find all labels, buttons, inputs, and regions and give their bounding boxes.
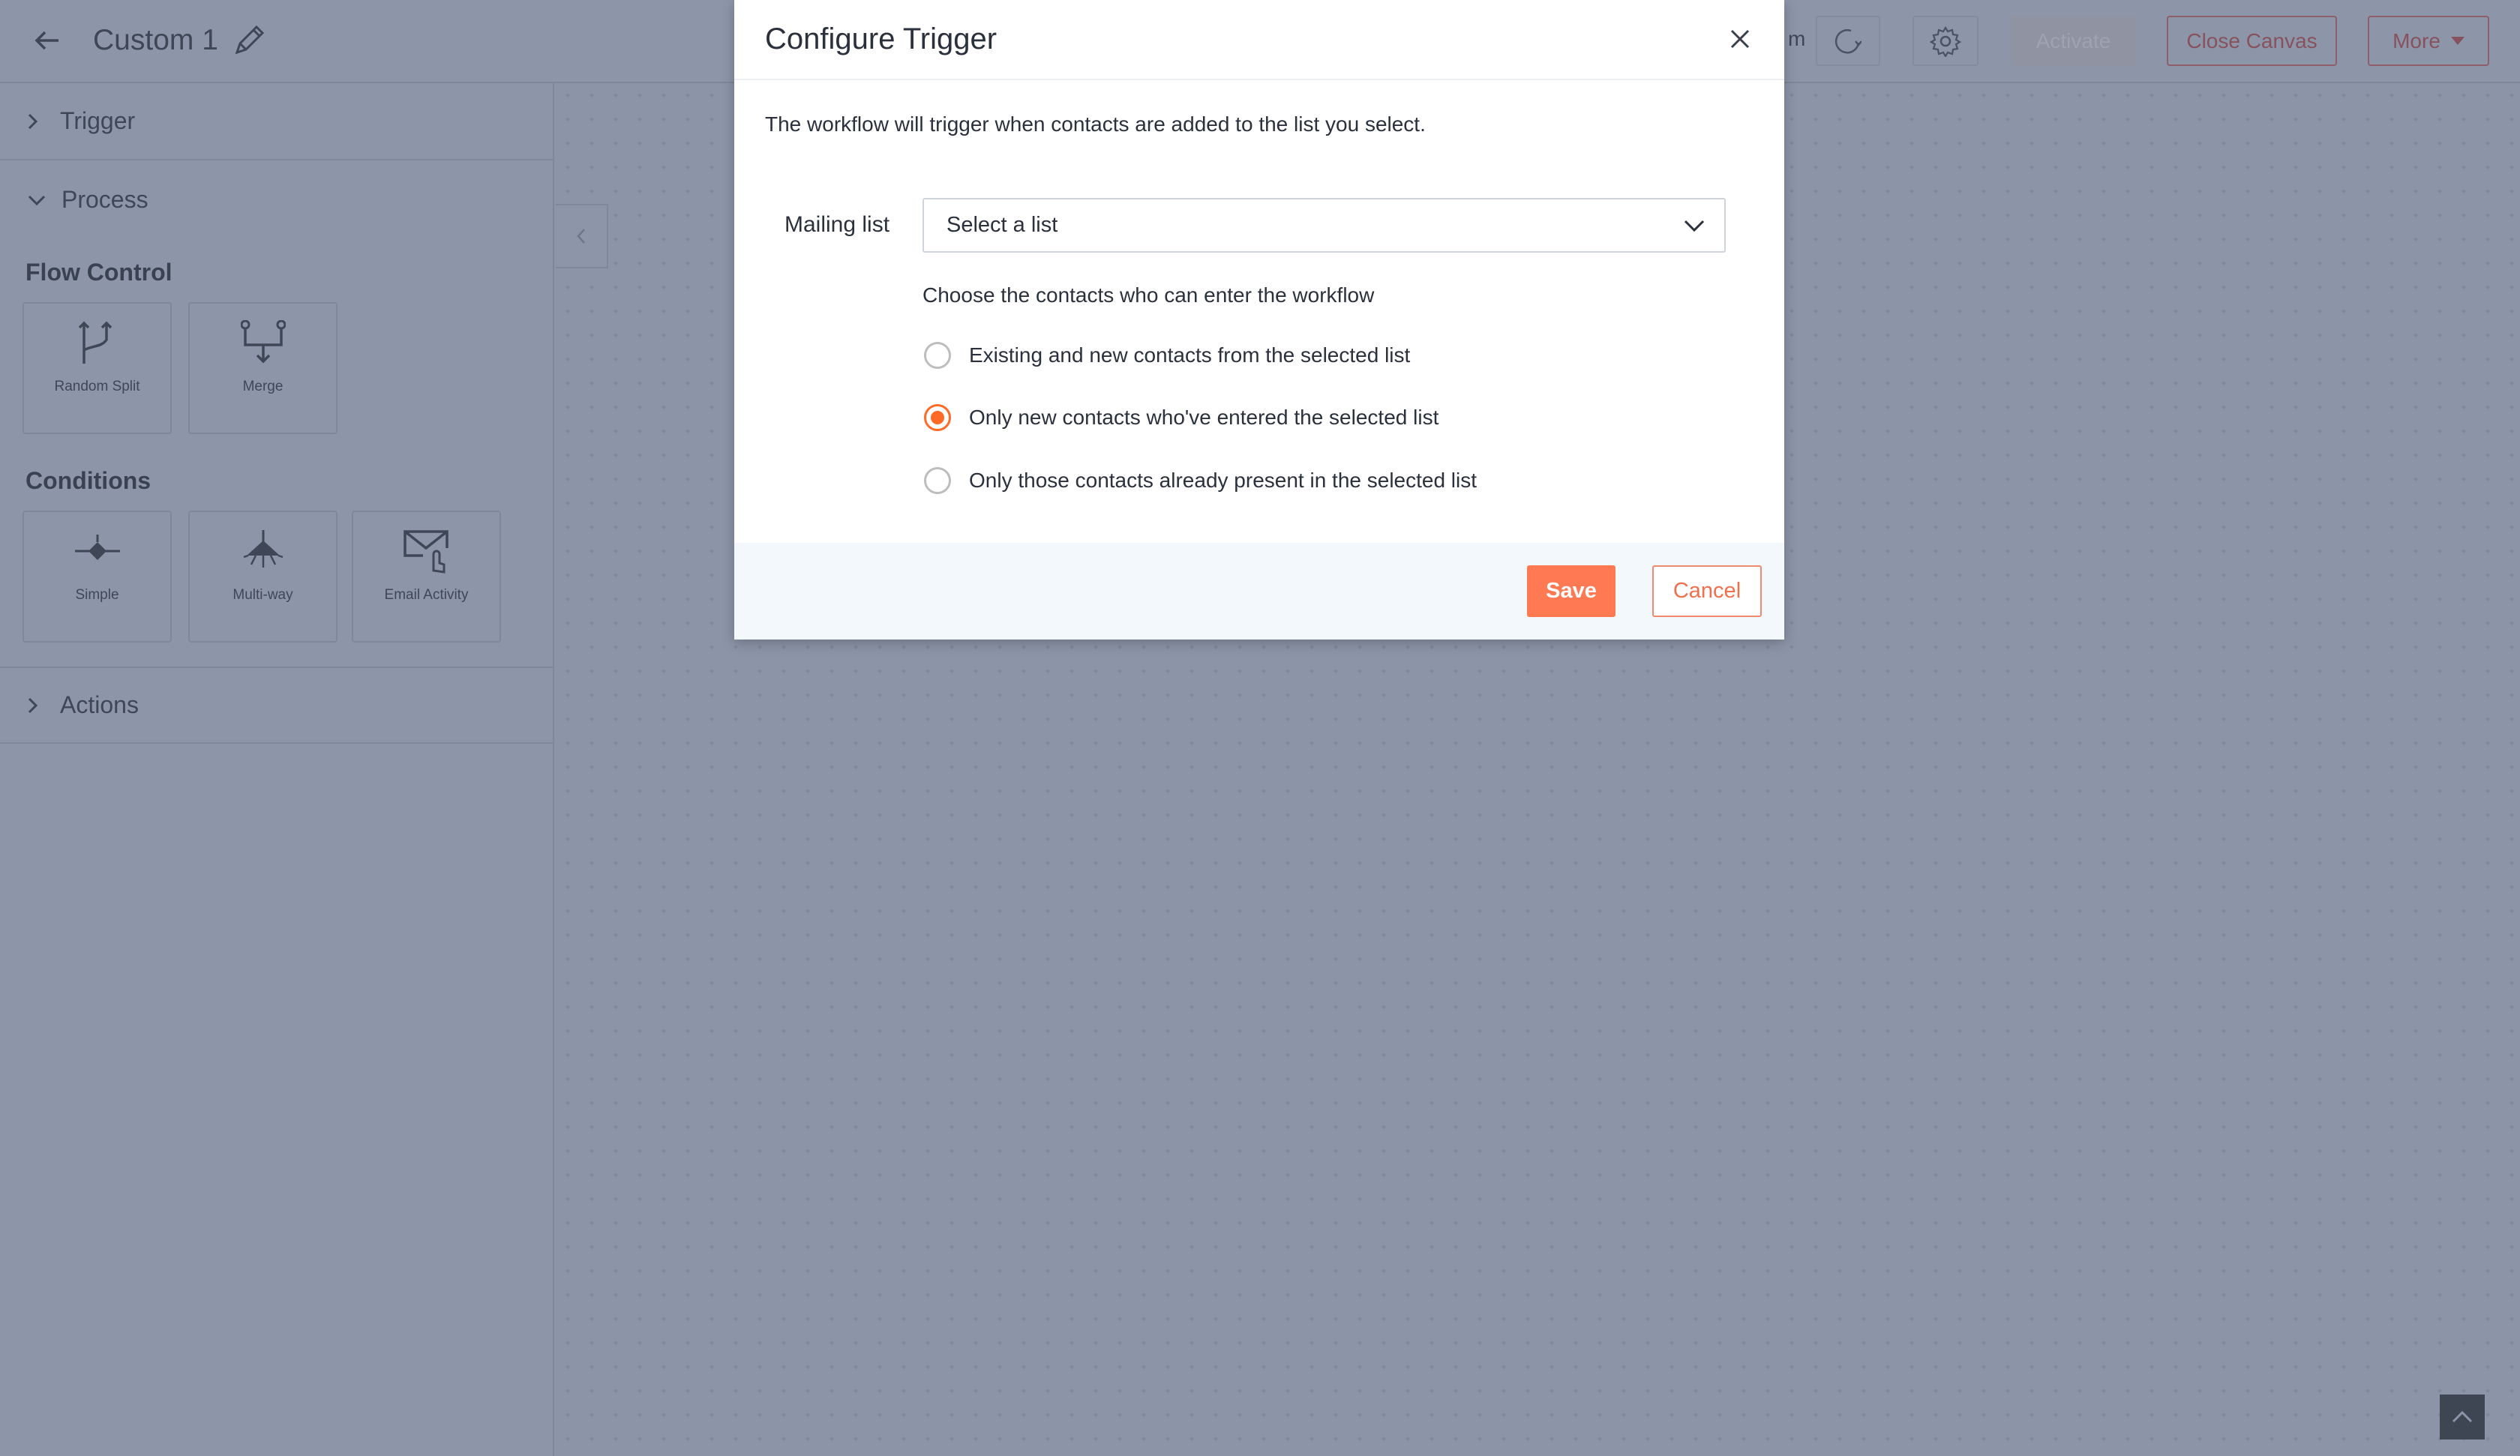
sidebar-section-process[interactable]: Process [0,160,553,239]
refresh-icon [1834,28,1862,53]
collapse-sidebar-button[interactable] [556,204,608,268]
tile-label: Merge [242,379,284,394]
flow-control-heading: Flow Control [26,259,172,286]
actions-label: Actions [60,691,139,718]
tile-label: Simple [75,587,119,603]
chevron-up-icon [2452,1410,2473,1423]
sidebar-section-actions[interactable]: Actions [0,667,553,744]
settings-button[interactable] [1912,16,1978,66]
caret-down-icon [2450,36,2464,45]
mailing-list-value: Select a list [946,213,1058,237]
sidebar: Trigger Process Flow Control Random Spli… [0,83,554,1456]
tile-label: Random Split [54,379,140,394]
radio-circle[interactable] [924,342,951,369]
chevron-right-icon [28,113,38,129]
dialog-footer: Save Cancel [734,543,1784,640]
random-split-icon [78,321,112,364]
sidebar-section-trigger[interactable]: Trigger [0,83,553,160]
chevron-down-icon [1684,220,1705,232]
multi-way-icon [243,530,283,568]
chevron-left-icon [577,229,585,244]
cancel-button[interactable]: Cancel [1652,565,1762,617]
save-button[interactable]: Save [1527,565,1616,617]
merge-icon [240,320,286,364]
tile-label: Email Activity [384,587,469,603]
edit-pencil-icon[interactable] [232,22,267,57]
radio-label: Existing and new contacts from the selec… [969,343,1411,367]
radio-circle[interactable] [924,467,951,494]
simple-condition-icon [74,535,120,560]
chevron-down-icon [28,195,46,205]
close-icon[interactable] [1728,27,1752,51]
email-click-icon [403,530,448,574]
conditions-heading: Conditions [26,467,152,494]
merge-tile[interactable]: Merge [188,302,338,434]
configure-trigger-dialog: Configure Trigger The workflow will trig… [734,0,1784,640]
partial-hidden-text: m [1788,27,1806,50]
trigger-label: Trigger [60,107,136,134]
dialog-description: The workflow will trigger when contacts … [765,112,1426,136]
scroll-to-top-button[interactable] [2440,1395,2485,1440]
radio-only-new[interactable]: Only new contacts who've entered the sel… [924,404,1438,431]
radio-circle-selected[interactable] [924,404,951,431]
radio-label: Only new contacts who've entered the sel… [969,406,1439,429]
chevron-right-icon [28,697,38,713]
close-canvas-button[interactable]: Close Canvas [2167,16,2337,66]
mailing-list-label: Mailing list [784,212,890,237]
more-button[interactable]: More [2368,16,2489,66]
radio-existing-and-new[interactable]: Existing and new contacts from the selec… [924,342,1410,369]
multi-way-tile[interactable]: Multi-way [188,511,338,643]
dialog-header: Configure Trigger [734,0,1784,80]
tile-label: Multi-way [232,587,293,603]
workflow-title: Custom 1 [93,24,218,56]
back-arrow-icon[interactable] [34,30,60,51]
random-split-tile[interactable]: Random Split [22,302,172,434]
email-activity-tile[interactable]: Email Activity [352,511,501,643]
radio-label: Only those contacts already present in t… [969,469,1478,492]
dialog-title: Configure Trigger [765,22,998,55]
mailing-list-select[interactable]: Select a list [922,198,1726,253]
activate-button[interactable]: Activate [2011,16,2136,66]
refresh-button[interactable] [1816,16,1880,66]
more-label: More [2392,28,2440,52]
contacts-choice-label: Choose the contacts who can enter the wo… [922,283,1375,307]
gear-icon [1930,25,1961,57]
process-label: Process [62,186,148,213]
simple-condition-tile[interactable]: Simple [22,511,172,643]
radio-only-existing[interactable]: Only those contacts already present in t… [924,467,1477,494]
